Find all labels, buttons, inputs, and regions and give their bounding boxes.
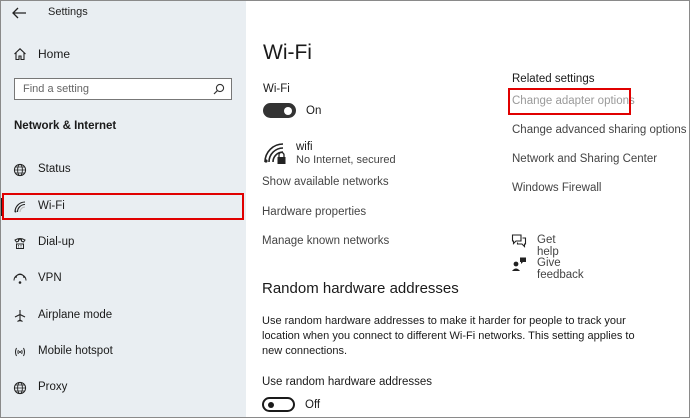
random-addresses-description: Use random hardware addresses to make it… bbox=[262, 315, 635, 357]
network-status: No Internet, secured bbox=[296, 154, 396, 166]
search-box bbox=[14, 78, 232, 100]
toggle-knob bbox=[284, 106, 292, 115]
sidebar-item-label: Mobile hotspot bbox=[38, 345, 113, 357]
related-settings-title: Related settings bbox=[512, 73, 595, 85]
nav-home-label: Home bbox=[38, 47, 71, 61]
network-name: wifi bbox=[296, 141, 313, 153]
change-advanced-sharing-link[interactable]: Change advanced sharing options bbox=[512, 124, 687, 136]
globe-icon bbox=[13, 381, 27, 395]
show-available-networks-link[interactable]: Show available networks bbox=[262, 176, 389, 188]
wifi-secured-icon[interactable] bbox=[263, 142, 287, 166]
sidebar-item-label: Airplane mode bbox=[38, 309, 113, 321]
highlight-box-adapter-options bbox=[508, 88, 631, 115]
sidebar-item-label: VPN bbox=[38, 272, 62, 284]
random-addresses-toggle-state: Off bbox=[305, 399, 321, 411]
feedback-person-icon bbox=[512, 257, 526, 271]
wifi-toggle[interactable] bbox=[263, 103, 296, 118]
sidebar-item-vpn[interactable]: VPN bbox=[1, 265, 246, 293]
globe-icon bbox=[13, 163, 27, 177]
airplane-icon bbox=[14, 310, 26, 322]
main-panel: Wi-Fi Wi-Fi On wifi No Internet, secured… bbox=[246, 1, 689, 417]
search-input[interactable] bbox=[15, 79, 213, 99]
back-arrow-icon[interactable] bbox=[11, 6, 27, 20]
sidebar-section-title: Network & Internet bbox=[14, 120, 117, 132]
wifi-toggle-state: On bbox=[306, 105, 322, 117]
give-feedback-link[interactable]: Give feedback bbox=[537, 257, 584, 281]
home-icon bbox=[14, 48, 26, 61]
sidebar-item-airplane[interactable]: Airplane mode bbox=[1, 302, 246, 330]
hotspot-icon bbox=[15, 347, 25, 357]
network-sharing-center-link[interactable]: Network and Sharing Center bbox=[512, 153, 657, 165]
phone-icon bbox=[14, 238, 26, 249]
nav-home[interactable]: Home bbox=[1, 41, 246, 67]
sidebar-item-label: Status bbox=[38, 163, 71, 175]
random-addresses-title: Random hardware addresses bbox=[262, 280, 459, 297]
wifi-toggle-label: Wi-Fi bbox=[263, 83, 290, 95]
sidebar-item-mobile-hotspot[interactable]: Mobile hotspot bbox=[1, 338, 246, 366]
sidebar-item-status[interactable]: Status bbox=[1, 156, 246, 184]
settings-window: Settings Home Network & Internet Status bbox=[0, 0, 690, 418]
help-chat-icon bbox=[511, 234, 527, 248]
sidebar-item-label: Dial-up bbox=[38, 236, 75, 248]
search-icon[interactable] bbox=[213, 83, 225, 95]
highlight-box-wifi bbox=[2, 193, 244, 220]
toggle-knob bbox=[268, 401, 274, 408]
windows-firewall-link[interactable]: Windows Firewall bbox=[512, 182, 601, 194]
random-addresses-toggle[interactable] bbox=[262, 397, 295, 412]
app-title: Settings bbox=[48, 6, 88, 18]
page-title: Wi-Fi bbox=[263, 41, 312, 64]
random-addresses-toggle-label: Use random hardware addresses bbox=[262, 376, 433, 388]
sidebar-item-label: Proxy bbox=[38, 381, 68, 393]
get-help-link[interactable]: Get help bbox=[537, 234, 559, 258]
sidebar-item-dialup[interactable]: Dial-up bbox=[1, 229, 246, 257]
hardware-properties-link[interactable]: Hardware properties bbox=[262, 206, 366, 218]
sidebar: Settings Home Network & Internet Status bbox=[1, 1, 246, 417]
manage-known-networks-link[interactable]: Manage known networks bbox=[262, 235, 389, 247]
title-bar: Settings bbox=[1, 1, 246, 25]
sidebar-item-proxy[interactable]: Proxy bbox=[1, 374, 246, 402]
vpn-icon bbox=[13, 273, 27, 284]
